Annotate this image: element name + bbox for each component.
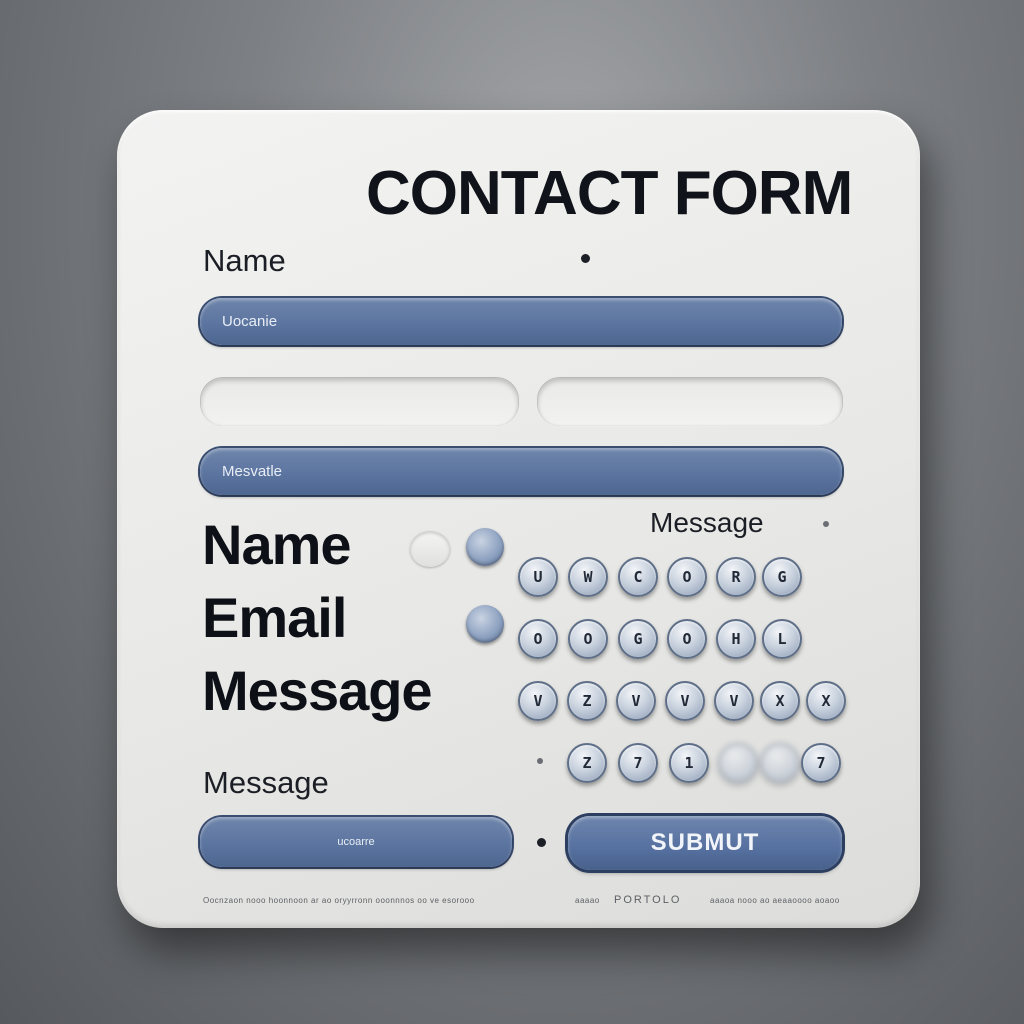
email-heading: Email [202,586,347,649]
keypad-key[interactable] [718,743,758,783]
email-radio-selected[interactable] [466,605,504,643]
message-input[interactable]: Mesvatle [200,448,842,495]
keypad-key[interactable]: U [518,557,558,597]
keypad-key[interactable]: V [616,681,656,721]
keypad-key[interactable]: L [762,619,802,659]
keypad-key[interactable]: O [568,619,608,659]
keypad-key[interactable] [760,743,800,783]
keypad-key[interactable]: G [762,557,802,597]
name-radio-selected[interactable] [466,528,504,566]
second-field-input[interactable] [538,378,842,425]
name-radio-empty[interactable] [410,531,450,567]
keypad-key[interactable]: C [618,557,658,597]
decorative-dot [537,758,543,764]
first-field-input[interactable] [201,378,518,425]
footer-portfolio-text: PORTOLO [614,894,682,906]
form-title: CONTACT FORM [366,159,853,228]
keypad-key[interactable]: X [760,681,800,721]
footer-fine-print-right: aaaoa nooo ao aeaaoooo aoaoo [710,896,840,905]
keypad-key[interactable]: R [716,557,756,597]
name-input[interactable]: Uocanie [200,298,842,345]
message-label-bottom: Message [203,765,329,800]
footer-fine-print-left: Oocnzaon nooo hoonnoon ar ao oryyrronn o… [203,896,475,905]
keypad-key[interactable]: Z [567,681,607,721]
decorative-dot [537,838,546,847]
footer-fine-print-small: aaaao [575,896,600,905]
keypad-key[interactable]: V [714,681,754,721]
decorative-dot [581,254,590,263]
keypad-key[interactable]: 7 [801,743,841,783]
keypad-key[interactable]: O [667,557,707,597]
keypad-key[interactable]: W [568,557,608,597]
keypad-key[interactable]: G [618,619,658,659]
message-label-right: Message [650,507,764,538]
name-heading: Name [202,513,352,576]
decorative-dot [823,521,829,527]
keypad-key[interactable]: O [518,619,558,659]
bottom-input[interactable]: ucoarre [200,817,512,867]
keypad-key[interactable]: O [667,619,707,659]
submit-button[interactable]: SUBMUT [568,816,842,870]
keypad-key[interactable]: Z [567,743,607,783]
keypad-key[interactable]: H [716,619,756,659]
keypad-key[interactable]: V [518,681,558,721]
keypad-key[interactable]: X [806,681,846,721]
name-label: Name [203,243,286,278]
keypad-key[interactable]: V [665,681,705,721]
keypad-key[interactable]: 7 [618,743,658,783]
keypad-key[interactable]: 1 [669,743,709,783]
message-heading: Message [202,659,433,722]
